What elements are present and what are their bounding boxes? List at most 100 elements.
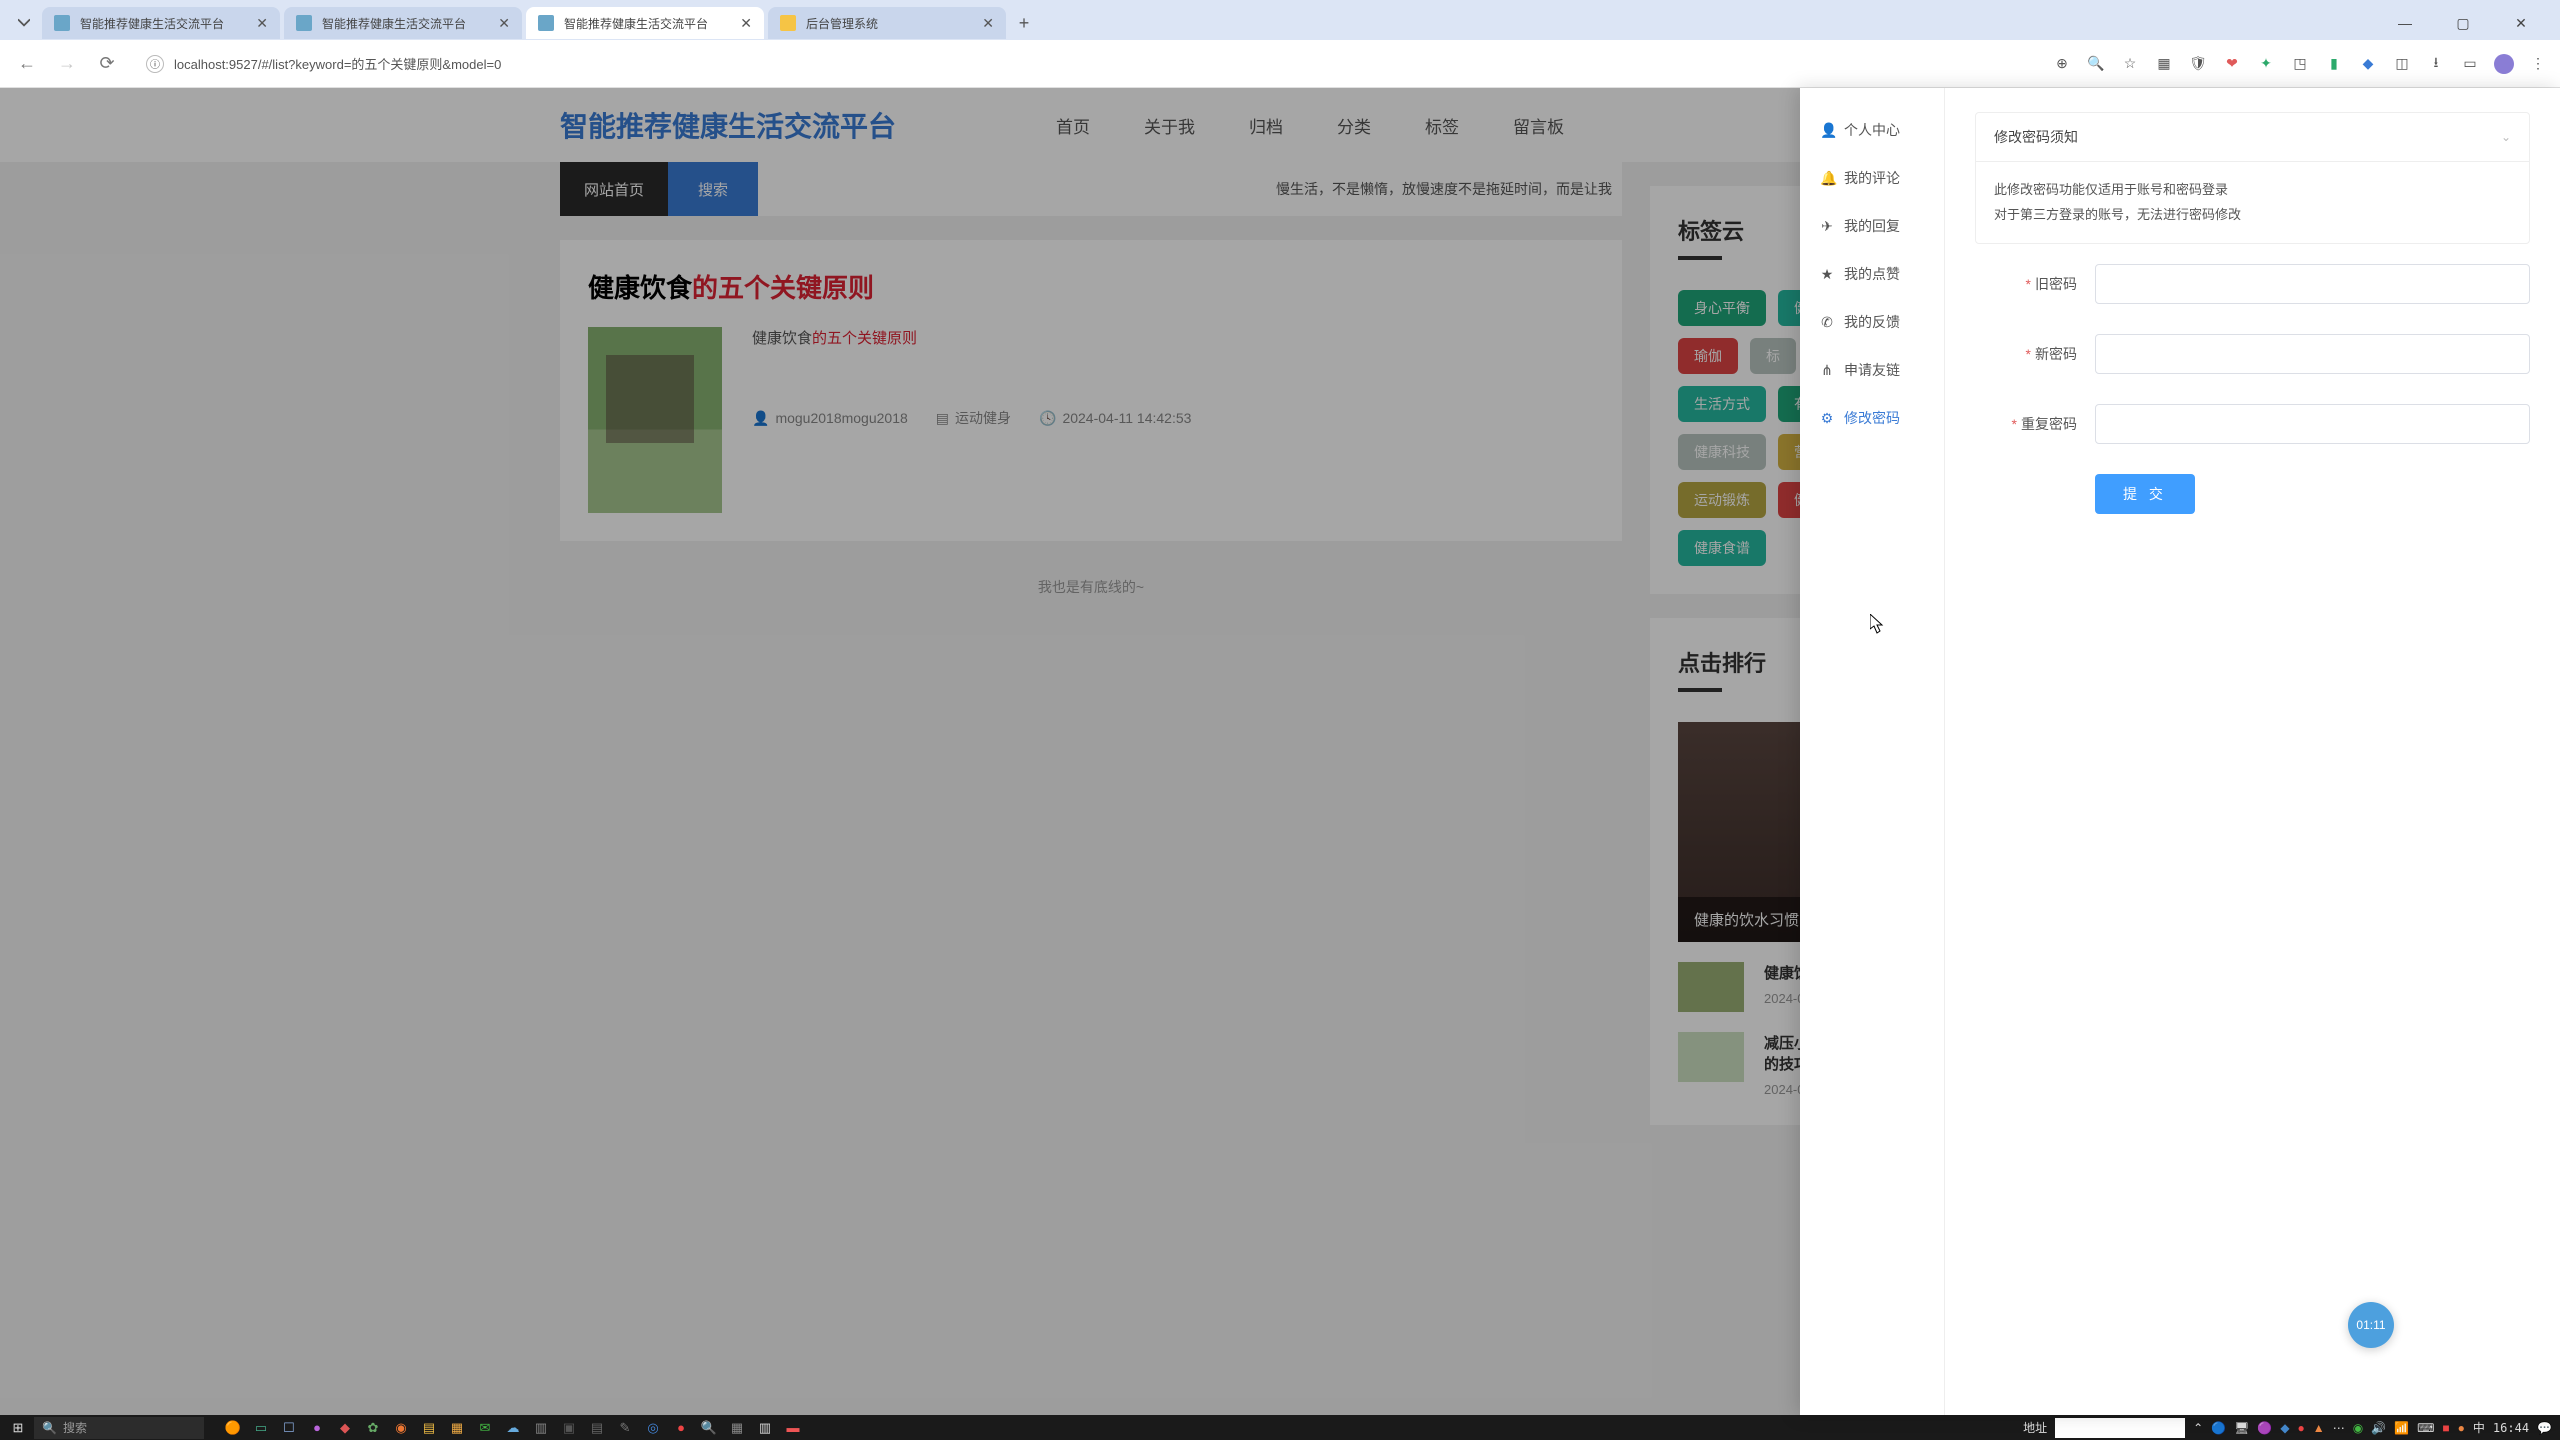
taskbar-app-icon[interactable]: ▦ (726, 1417, 748, 1439)
bookmark-icon[interactable]: ☆ (2120, 54, 2140, 74)
menu-label: 我的回复 (1844, 216, 1900, 236)
tray-icon[interactable]: 🟣 (2257, 1421, 2272, 1435)
taskbar-app-icon[interactable]: ▬ (782, 1417, 804, 1439)
taskbar-app-icon[interactable]: ▤ (586, 1417, 608, 1439)
tab-strip: 智能推荐健康生活交流平台 ✕ 智能推荐健康生活交流平台 ✕ 智能推荐健康生活交流… (0, 0, 2560, 40)
tray-icon[interactable]: ◆ (2280, 1421, 2289, 1435)
tray-icon[interactable]: ⋯ (2333, 1421, 2345, 1435)
extension-icon[interactable]: ▦ (2154, 54, 2174, 74)
minimize-button[interactable]: — (2390, 15, 2420, 32)
close-window-button[interactable]: ✕ (2506, 15, 2536, 32)
extension-icon[interactable]: ▮ (2324, 54, 2344, 74)
new-password-input[interactable] (2095, 334, 2530, 374)
extension-icon[interactable]: ❤ (2222, 54, 2242, 74)
tray-icon[interactable]: 📶 (2394, 1421, 2409, 1435)
close-icon[interactable]: ✕ (256, 15, 268, 32)
tray-icon[interactable]: ◉ (2353, 1421, 2363, 1435)
drawer-nav-item[interactable]: ★我的点赞 (1800, 250, 1944, 298)
drawer-nav-item[interactable]: 👤个人中心 (1800, 106, 1944, 154)
taskbar-app-icon[interactable]: ✎ (614, 1417, 636, 1439)
browser-tab[interactable]: 智能推荐健康生活交流平台 ✕ (42, 7, 280, 39)
tray-icon[interactable]: ▲ (2313, 1421, 2325, 1435)
favicon-icon (296, 15, 312, 31)
tray-address-input[interactable] (2055, 1418, 2185, 1438)
drawer-nav-item[interactable]: ⚙修改密码 (1800, 394, 1944, 442)
tray-icon[interactable]: ⌨ (2417, 1421, 2434, 1435)
chevron-down-icon: ⌄ (2501, 130, 2511, 144)
tray-icon[interactable]: ● (2298, 1421, 2305, 1435)
extension-icon[interactable]: ◆ (2358, 54, 2378, 74)
browser-tab[interactable]: 后台管理系统 ✕ (768, 7, 1006, 39)
tray-icon[interactable]: 中 (2473, 1419, 2485, 1436)
old-password-input[interactable] (2095, 264, 2530, 304)
close-icon[interactable]: ✕ (982, 15, 994, 32)
start-button[interactable]: ⊞ (8, 1418, 28, 1438)
taskbar-app-icon[interactable]: ▤ (418, 1417, 440, 1439)
forward-button[interactable]: → (52, 49, 82, 79)
tray-clock[interactable]: 16:44 (2493, 1421, 2529, 1435)
notice-panel-header[interactable]: 修改密码须知 ⌄ (1976, 113, 2529, 162)
taskbar-app-icon[interactable]: ▣ (558, 1417, 580, 1439)
taskbar-apps: 🟠 ▭ ☐ ● ◆ ✿ ◉ ▤ ▦ ✉ ☁ ▥ ▣ ▤ ✎ ◎ ● 🔍 ▦ ▥ … (222, 1417, 804, 1439)
address-bar[interactable]: ⓘ localhost:9527/#/list?keyword=的五个关键原则&… (132, 47, 2042, 81)
taskbar-app-icon[interactable]: ◆ (334, 1417, 356, 1439)
extension-icon[interactable]: ◳ (2290, 54, 2310, 74)
tray-notifications-icon[interactable]: 💬 (2537, 1421, 2552, 1435)
extension-icon[interactable]: ✦ (2256, 54, 2276, 74)
taskbar-app-icon[interactable]: ▭ (250, 1417, 272, 1439)
tray-icon[interactable]: 🔵 (2211, 1421, 2226, 1435)
repeat-password-input[interactable] (2095, 404, 2530, 444)
close-icon[interactable]: ✕ (740, 15, 752, 32)
downloads-icon[interactable]: ⭳ (2426, 54, 2446, 74)
submit-button[interactable]: 提 交 (2095, 474, 2195, 514)
new-tab-button[interactable]: + (1010, 9, 1038, 37)
taskbar-app-icon[interactable]: ◉ (390, 1417, 412, 1439)
browser-tab-active[interactable]: 智能推荐健康生活交流平台 ✕ (526, 7, 764, 39)
taskbar-app-icon[interactable]: ✉ (474, 1417, 496, 1439)
taskbar-app-icon[interactable]: ▥ (754, 1417, 776, 1439)
extension-icon[interactable]: 🛡 (2188, 54, 2208, 74)
taskbar-app-icon[interactable]: ☐ (278, 1417, 300, 1439)
taskbar-app-icon[interactable]: ✿ (362, 1417, 384, 1439)
taskbar-app-icon[interactable]: 🔍 (698, 1417, 720, 1439)
profile-avatar-icon[interactable] (2494, 54, 2514, 74)
browser-chrome: 智能推荐健康生活交流平台 ✕ 智能推荐健康生活交流平台 ✕ 智能推荐健康生活交流… (0, 0, 2560, 88)
drawer-body: 修改密码须知 ⌄ 此修改密码功能仅适用于账号和密码登录 对于第三方登录的账号，无… (1945, 88, 2560, 1415)
chatbot-bubble[interactable]: 01:11 (2348, 1302, 2394, 1348)
tray-chevron-icon[interactable]: ⌃ (2193, 1421, 2203, 1435)
tray-icon[interactable]: ● (2458, 1421, 2465, 1435)
taskbar-app-icon[interactable]: ● (306, 1417, 328, 1439)
maximize-button[interactable]: ▢ (2448, 15, 2478, 32)
taskbar-app-icon[interactable]: ● (670, 1417, 692, 1439)
extension-icon[interactable]: ▭ (2460, 54, 2480, 74)
site-info-icon[interactable]: ⓘ (146, 55, 164, 73)
drawer-nav-item[interactable]: ✈我的回复 (1800, 202, 1944, 250)
tab-search-button[interactable] (10, 9, 38, 37)
tray-icon[interactable]: 🔊 (2371, 1421, 2386, 1435)
menu-label: 修改密码 (1844, 408, 1900, 428)
taskbar-app-icon[interactable]: ▦ (446, 1417, 468, 1439)
taskbar-app-icon[interactable]: ◎ (642, 1417, 664, 1439)
drawer-nav-item[interactable]: ✆我的反馈 (1800, 298, 1944, 346)
taskbar-app-icon[interactable]: 🟠 (222, 1417, 244, 1439)
browser-tab[interactable]: 智能推荐健康生活交流平台 ✕ (284, 7, 522, 39)
menu-icon: ⋔ (1820, 362, 1834, 379)
reload-button[interactable]: ⟳ (92, 49, 122, 79)
mouse-cursor-icon (1870, 614, 1884, 634)
old-password-label: *旧密码 (1975, 274, 2095, 294)
tray-icon[interactable]: 🖥 (2234, 1421, 2249, 1435)
back-button[interactable]: ← (12, 49, 42, 79)
menu-icon[interactable]: ⋮ (2528, 54, 2548, 74)
taskbar-app-icon[interactable]: ☁ (502, 1417, 524, 1439)
taskbar-search[interactable]: 🔍 搜索 (34, 1417, 204, 1439)
extension-icon[interactable]: ◫ (2392, 54, 2412, 74)
drawer-nav-item[interactable]: ⋔申请友链 (1800, 346, 1944, 394)
tab-title: 智能推荐健康生活交流平台 (564, 15, 708, 32)
close-icon[interactable]: ✕ (498, 15, 510, 32)
drawer-nav-item[interactable]: 🔔我的评论 (1800, 154, 1944, 202)
extension-icon[interactable]: ⊕ (2052, 54, 2072, 74)
tray-icon[interactable]: ■ (2442, 1421, 2449, 1435)
taskbar-app-icon[interactable]: ▥ (530, 1417, 552, 1439)
zoom-icon[interactable]: 🔍 (2086, 54, 2106, 74)
repeat-password-label: *重复密码 (1975, 414, 2095, 434)
